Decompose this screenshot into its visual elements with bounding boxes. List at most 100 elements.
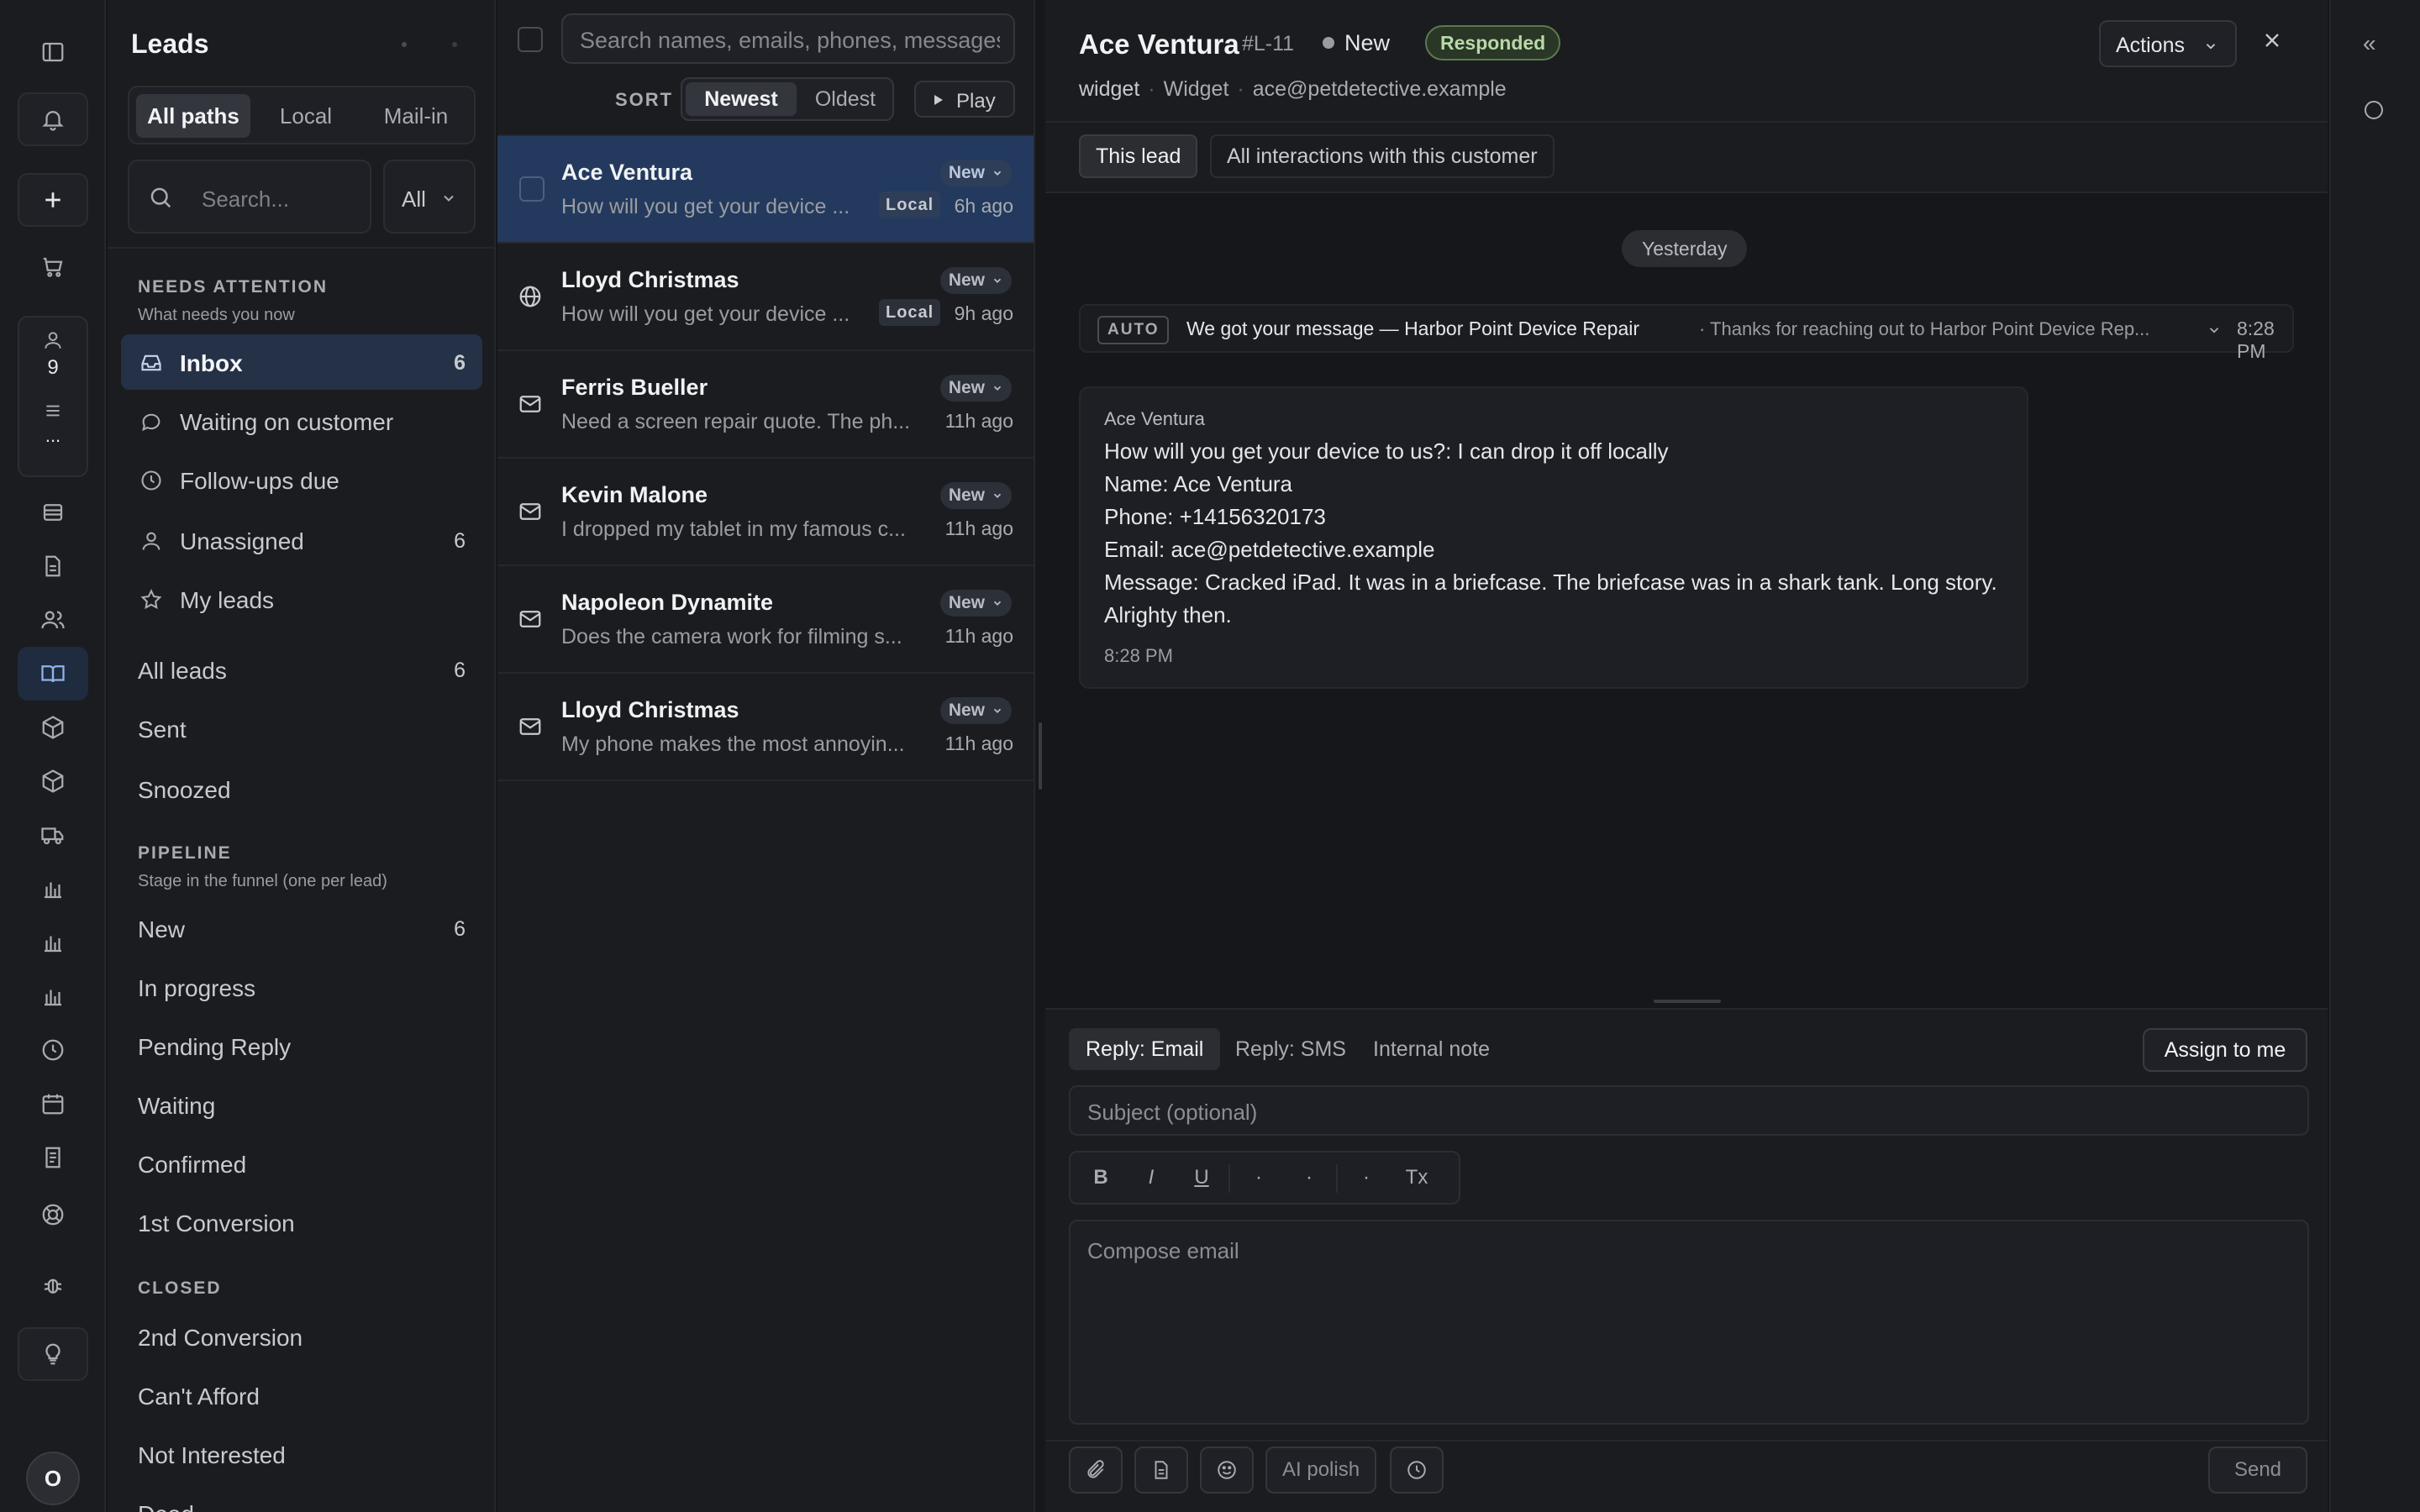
- tab-reply-sms[interactable]: Reply: SMS: [1218, 1028, 1363, 1070]
- nav-my-leads[interactable]: My leads: [121, 571, 482, 627]
- nav-stage-in-progress[interactable]: In progress: [121, 959, 482, 1015]
- status-pill[interactable]: New: [939, 160, 1012, 186]
- tab-internal-note[interactable]: Internal note: [1356, 1028, 1507, 1070]
- lead-row[interactable]: Napoleon Dynamite Does the camera work f…: [497, 566, 1034, 674]
- nav-stage-not-interested[interactable]: Not Interested: [121, 1426, 482, 1482]
- tab-reply-email[interactable]: Reply: Email: [1069, 1028, 1221, 1070]
- menu-button[interactable]: ...: [19, 400, 87, 467]
- select-all-checkbox[interactable]: [518, 27, 543, 52]
- nav-label: Follow-ups due: [180, 468, 339, 494]
- cart-button[interactable]: [18, 240, 88, 294]
- lead-status[interactable]: New: [1344, 30, 1390, 56]
- sort-oldest[interactable]: Oldest: [800, 82, 891, 116]
- status-pill[interactable]: New: [939, 375, 1012, 402]
- path-mail-in[interactable]: Mail-in: [361, 94, 471, 138]
- status-pill[interactable]: New: [939, 482, 1012, 509]
- italic-button[interactable]: I: [1134, 1166, 1168, 1191]
- status-pill[interactable]: New: [939, 697, 1012, 724]
- underline-button[interactable]: U: [1185, 1166, 1218, 1191]
- lead-email[interactable]: ace@petdetective.example: [1253, 77, 1507, 101]
- status-pill[interactable]: New: [939, 267, 1012, 294]
- documents-button[interactable]: [18, 539, 88, 593]
- nav-stage-cant-afford[interactable]: Can't Afford: [121, 1368, 482, 1423]
- inventory-button[interactable]: [18, 701, 88, 754]
- nav-stage-confirmed[interactable]: Confirmed: [121, 1136, 482, 1191]
- composer-resize-handle[interactable]: [1654, 1000, 1721, 1003]
- play-button[interactable]: Play: [914, 81, 1015, 118]
- row-checkbox[interactable]: [519, 176, 544, 202]
- send-button[interactable]: Send: [2208, 1446, 2307, 1494]
- sort-newest[interactable]: Newest: [686, 82, 797, 116]
- nav-follow-ups-due[interactable]: Follow-ups due: [121, 452, 482, 507]
- tab-this-lead[interactable]: This lead: [1079, 134, 1198, 178]
- debug-button[interactable]: [18, 1258, 88, 1312]
- attach-button[interactable]: [1069, 1446, 1123, 1494]
- resize-handle[interactable]: [1039, 722, 1042, 790]
- lead-row[interactable]: Lloyd Christmas My phone makes the most …: [497, 674, 1034, 781]
- nav-stage-new[interactable]: New 6: [121, 900, 482, 956]
- invoices-button[interactable]: [18, 1131, 88, 1184]
- list-search-placeholder: Search names, emails, phones, messages: [580, 28, 1000, 53]
- leads-button[interactable]: [18, 647, 88, 701]
- calendar-button[interactable]: [18, 1077, 88, 1131]
- tips-button[interactable]: [18, 1327, 88, 1381]
- help-button[interactable]: [18, 1188, 88, 1242]
- reports-button[interactable]: [18, 862, 88, 916]
- clear-format-button[interactable]: Tx: [1400, 1166, 1434, 1191]
- compose-body-input[interactable]: Compose email: [1069, 1220, 2309, 1425]
- nav-all-leads[interactable]: All leads 6: [121, 642, 482, 697]
- users-counter-button[interactable]: 9: [19, 329, 87, 396]
- toggle-sidebar-button[interactable]: [18, 25, 88, 79]
- assign-to-me-button[interactable]: Assign to me: [2143, 1028, 2307, 1072]
- numbered-list-button[interactable]: ·: [1292, 1166, 1326, 1191]
- create-new-button[interactable]: [18, 173, 88, 227]
- bold-button[interactable]: B: [1084, 1166, 1118, 1191]
- filter-dropdown[interactable]: All: [383, 160, 476, 234]
- path-local[interactable]: Local: [255, 94, 356, 138]
- lead-row[interactable]: Ace Ventura How will you get your device…: [497, 136, 1034, 244]
- sidebar-search[interactable]: Search...: [128, 160, 371, 234]
- nav-sent[interactable]: Sent: [121, 701, 482, 756]
- nav-count: 6: [454, 351, 466, 375]
- lead-row[interactable]: Lloyd Christmas How will you get your de…: [497, 244, 1034, 351]
- schedule-button[interactable]: [1390, 1446, 1444, 1494]
- nav-stage-pending-reply[interactable]: Pending Reply: [121, 1018, 482, 1074]
- bullet-list-button[interactable]: ·: [1242, 1166, 1276, 1191]
- nav-stage-waiting[interactable]: Waiting: [121, 1077, 482, 1132]
- parts-button[interactable]: [18, 754, 88, 808]
- emoji-button[interactable]: [1200, 1446, 1254, 1494]
- user-avatar[interactable]: O: [26, 1452, 80, 1505]
- history-button[interactable]: [18, 1023, 88, 1077]
- nav-unassigned[interactable]: Unassigned 6: [121, 512, 482, 568]
- nav-waiting-on-customer[interactable]: Waiting on customer: [121, 393, 482, 449]
- actions-dropdown[interactable]: Actions: [2099, 20, 2237, 67]
- nav-stage-dead[interactable]: Dead: [121, 1485, 482, 1512]
- nav-snoozed[interactable]: Snoozed: [121, 761, 482, 816]
- shipping-button[interactable]: [18, 808, 88, 862]
- nav-inbox[interactable]: Inbox 6: [121, 334, 482, 390]
- chevron-down-icon[interactable]: [2207, 323, 2222, 338]
- nav-stage-2nd-conversion[interactable]: 2nd Conversion: [121, 1309, 482, 1364]
- analytics-button[interactable]: [18, 916, 88, 969]
- template-button[interactable]: [1134, 1446, 1188, 1494]
- auto-message-row[interactable]: AUTO We got your message — Harbor Point …: [1079, 304, 2294, 362]
- tab-all-interactions[interactable]: All interactions with this customer: [1210, 134, 1555, 178]
- ai-polish-button[interactable]: AI polish: [1265, 1446, 1377, 1494]
- lead-row[interactable]: Kevin Malone I dropped my tablet in my f…: [497, 459, 1034, 566]
- list-search-input[interactable]: Search names, emails, phones, messages: [561, 13, 1015, 64]
- notifications-button[interactable]: [18, 92, 88, 146]
- close-icon[interactable]: [2260, 29, 2284, 52]
- divider: [1045, 121, 2328, 123]
- nav-stage-1st-conversion[interactable]: 1st Conversion: [121, 1194, 482, 1250]
- lead-row[interactable]: Ferris Bueller Need a screen repair quot…: [497, 351, 1034, 459]
- stats-button[interactable]: [18, 969, 88, 1023]
- circle-icon[interactable]: [2365, 101, 2383, 119]
- link-button[interactable]: ·: [1349, 1166, 1383, 1191]
- play-icon: [934, 95, 943, 105]
- database-button[interactable]: [18, 486, 88, 539]
- expand-panel-button[interactable]: «: [2363, 30, 2376, 57]
- subject-input[interactable]: Subject (optional): [1069, 1085, 2309, 1136]
- status-pill[interactable]: New: [939, 590, 1012, 617]
- customers-button[interactable]: [18, 593, 88, 647]
- path-all[interactable]: All paths: [136, 94, 250, 138]
